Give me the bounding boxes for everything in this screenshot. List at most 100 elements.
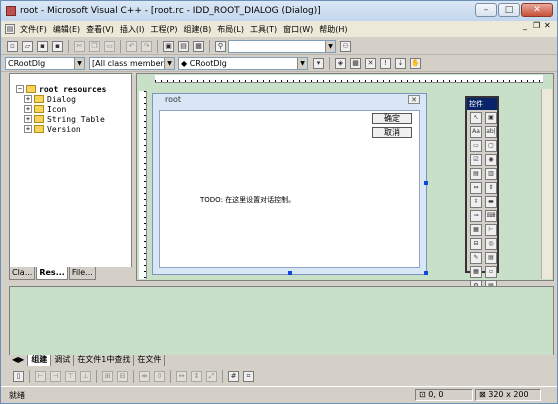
tree-item-icon[interactable]: + Icon <box>16 104 106 114</box>
close-button[interactable]: ✕ <box>521 3 553 17</box>
collapse-icon[interactable]: − <box>16 85 24 93</box>
breakpoint-icon[interactable]: ✋ <box>410 57 421 69</box>
dialog-client-area[interactable]: 确定 取消 TODO: 在这里设置对话控制。 <box>159 110 420 268</box>
tree-item-string-table[interactable]: + String Table <box>16 114 106 124</box>
date-time-picker-icon[interactable]: ▤ <box>485 252 497 264</box>
vertical-scrollbar[interactable] <box>541 89 552 279</box>
tab-find-in-files-1[interactable]: 在文件1中查找 <box>74 355 135 366</box>
expand-icon[interactable]: + <box>24 115 32 123</box>
paste-icon[interactable]: ▭ <box>104 40 115 52</box>
binoculars-icon[interactable]: ⚇ <box>340 40 351 52</box>
doc-close-button[interactable]: ✕ <box>544 21 551 30</box>
center-horizontal-icon[interactable]: ⊟ <box>117 371 128 382</box>
ok-button[interactable]: 确定 <box>372 113 412 124</box>
tab-resourceview[interactable]: Res... <box>36 267 68 280</box>
expand-icon[interactable]: + <box>24 95 32 103</box>
save-all-icon[interactable]: ▪ <box>52 40 63 52</box>
menu-layout[interactable]: 布局(L) <box>214 24 247 35</box>
go-icon[interactable]: ⇣ <box>395 57 406 69</box>
combo-box-icon[interactable]: ▤ <box>470 168 482 180</box>
align-right-icon[interactable]: ⊣ <box>50 371 61 382</box>
same-height-icon[interactable]: ↕ <box>191 371 202 382</box>
tree-item-version[interactable]: + Version <box>16 124 106 134</box>
window-list-icon[interactable]: ▦ <box>193 40 204 52</box>
find-in-files-icon[interactable]: ⚲ <box>215 40 226 52</box>
todo-static-text[interactable]: TODO: 在这里设置对话控制。 <box>200 195 295 205</box>
tree-item-dialog[interactable]: + Dialog <box>16 94 106 104</box>
compile-icon[interactable]: ◈ <box>335 57 346 69</box>
tab-classview[interactable]: Cla... <box>9 267 36 280</box>
expand-icon[interactable]: + <box>24 105 32 113</box>
edit-box-icon[interactable]: ab| <box>485 126 497 138</box>
menu-build[interactable]: 组建(B) <box>181 24 215 35</box>
group-box-icon[interactable]: ▭ <box>470 140 482 152</box>
test-dialog-icon[interactable]: ▯ <box>13 371 24 382</box>
members-combo[interactable]: [All class members] ▼ <box>89 56 175 70</box>
cut-icon[interactable]: ✂ <box>74 40 85 52</box>
open-folder-icon[interactable]: ▱ <box>22 40 33 52</box>
space-across-icon[interactable]: ⇹ <box>139 371 150 382</box>
function-combo[interactable]: ◆ CRootDlg ▼ <box>178 56 308 70</box>
tab-fileview[interactable]: File... <box>68 267 96 280</box>
output-window-icon[interactable]: ▤ <box>178 40 189 52</box>
align-bottom-icon[interactable]: ⊥ <box>80 371 91 382</box>
resize-handle[interactable] <box>288 271 292 275</box>
hotkey-icon[interactable]: ⌨ <box>485 210 497 222</box>
list-control-icon[interactable]: ▦ <box>470 224 482 236</box>
class-combo[interactable]: CRootDlg ▼ <box>5 56 85 70</box>
tree-control-icon[interactable]: ⊢ <box>485 224 497 236</box>
copy-icon[interactable]: ❐ <box>89 40 100 52</box>
spin-icon[interactable]: ⇳ <box>470 196 482 208</box>
undo-icon[interactable]: ↶ <box>126 40 137 52</box>
execute-icon[interactable]: ! <box>380 57 391 69</box>
wizard-action-icon[interactable]: ▾ <box>313 57 324 69</box>
tab-build[interactable]: 组建 <box>28 355 52 366</box>
cancel-button[interactable]: 取消 <box>372 127 412 138</box>
menu-insert[interactable]: 插入(I) <box>117 24 148 35</box>
check-box-icon[interactable]: ☑ <box>470 154 482 166</box>
list-box-icon[interactable]: ▥ <box>485 168 497 180</box>
toggle-grid-icon[interactable]: # <box>228 371 239 382</box>
workspace-icon[interactable]: ▣ <box>163 40 174 52</box>
tab-control-icon[interactable]: ⊟ <box>470 238 482 250</box>
tab-find-in-files-2[interactable]: 在文件 <box>134 355 166 366</box>
maximize-button[interactable]: □ <box>498 3 520 17</box>
tab-scroll-arrows[interactable]: ◀▶ <box>9 355 29 366</box>
find-combo[interactable]: ▼ <box>228 39 336 53</box>
radio-button-icon[interactable]: ◉ <box>485 154 497 166</box>
toggle-guides-icon[interactable]: ⌗ <box>243 371 254 382</box>
static-text-icon[interactable]: Aa <box>470 126 482 138</box>
menu-project[interactable]: 工程(P) <box>147 24 180 35</box>
center-vertical-icon[interactable]: ⊞ <box>102 371 113 382</box>
vertical-scrollbar-icon[interactable]: ⇕ <box>485 182 497 194</box>
month-calendar-icon[interactable]: ▦ <box>470 266 482 278</box>
progress-icon[interactable]: ▬ <box>485 196 497 208</box>
pointer-icon[interactable]: ↖ <box>470 112 482 124</box>
slider-icon[interactable]: ⊸ <box>470 210 482 222</box>
expand-icon[interactable]: + <box>24 125 32 133</box>
button-icon[interactable]: ▢ <box>485 140 497 152</box>
ip-address-icon[interactable]: ▫ <box>485 266 497 278</box>
menu-window[interactable]: 窗口(W) <box>280 24 316 35</box>
picture-icon[interactable]: ▣ <box>485 112 497 124</box>
doc-minimize-button[interactable]: _ <box>523 21 527 30</box>
menu-view[interactable]: 查看(V) <box>83 24 117 35</box>
resize-handle[interactable] <box>424 271 428 275</box>
save-icon[interactable]: ▪ <box>37 40 48 52</box>
resize-handle[interactable] <box>424 181 428 185</box>
align-top-icon[interactable]: ⊤ <box>65 371 76 382</box>
same-size-icon[interactable]: ⤢ <box>206 371 217 382</box>
align-left-icon[interactable]: ⊢ <box>35 371 46 382</box>
tab-debug[interactable]: 调试 <box>51 355 75 366</box>
menu-tools[interactable]: 工具(T) <box>247 24 280 35</box>
stop-build-icon[interactable]: ✕ <box>365 57 376 69</box>
dialog-preview[interactable]: root ✕ 确定 取消 TODO: 在这里设置对话控制。 <box>152 93 427 275</box>
rich-edit-icon[interactable]: ✎ <box>470 252 482 264</box>
menu-file[interactable]: 文件(F) <box>17 24 50 35</box>
space-down-icon[interactable]: ⇳ <box>154 371 165 382</box>
menu-help[interactable]: 帮助(H) <box>316 24 350 35</box>
horizontal-scrollbar-icon[interactable]: ⇔ <box>470 182 482 194</box>
redo-icon[interactable]: ↷ <box>141 40 152 52</box>
new-file-icon[interactable]: ▫ <box>7 40 18 52</box>
doc-restore-button[interactable]: ❐ <box>533 21 540 30</box>
